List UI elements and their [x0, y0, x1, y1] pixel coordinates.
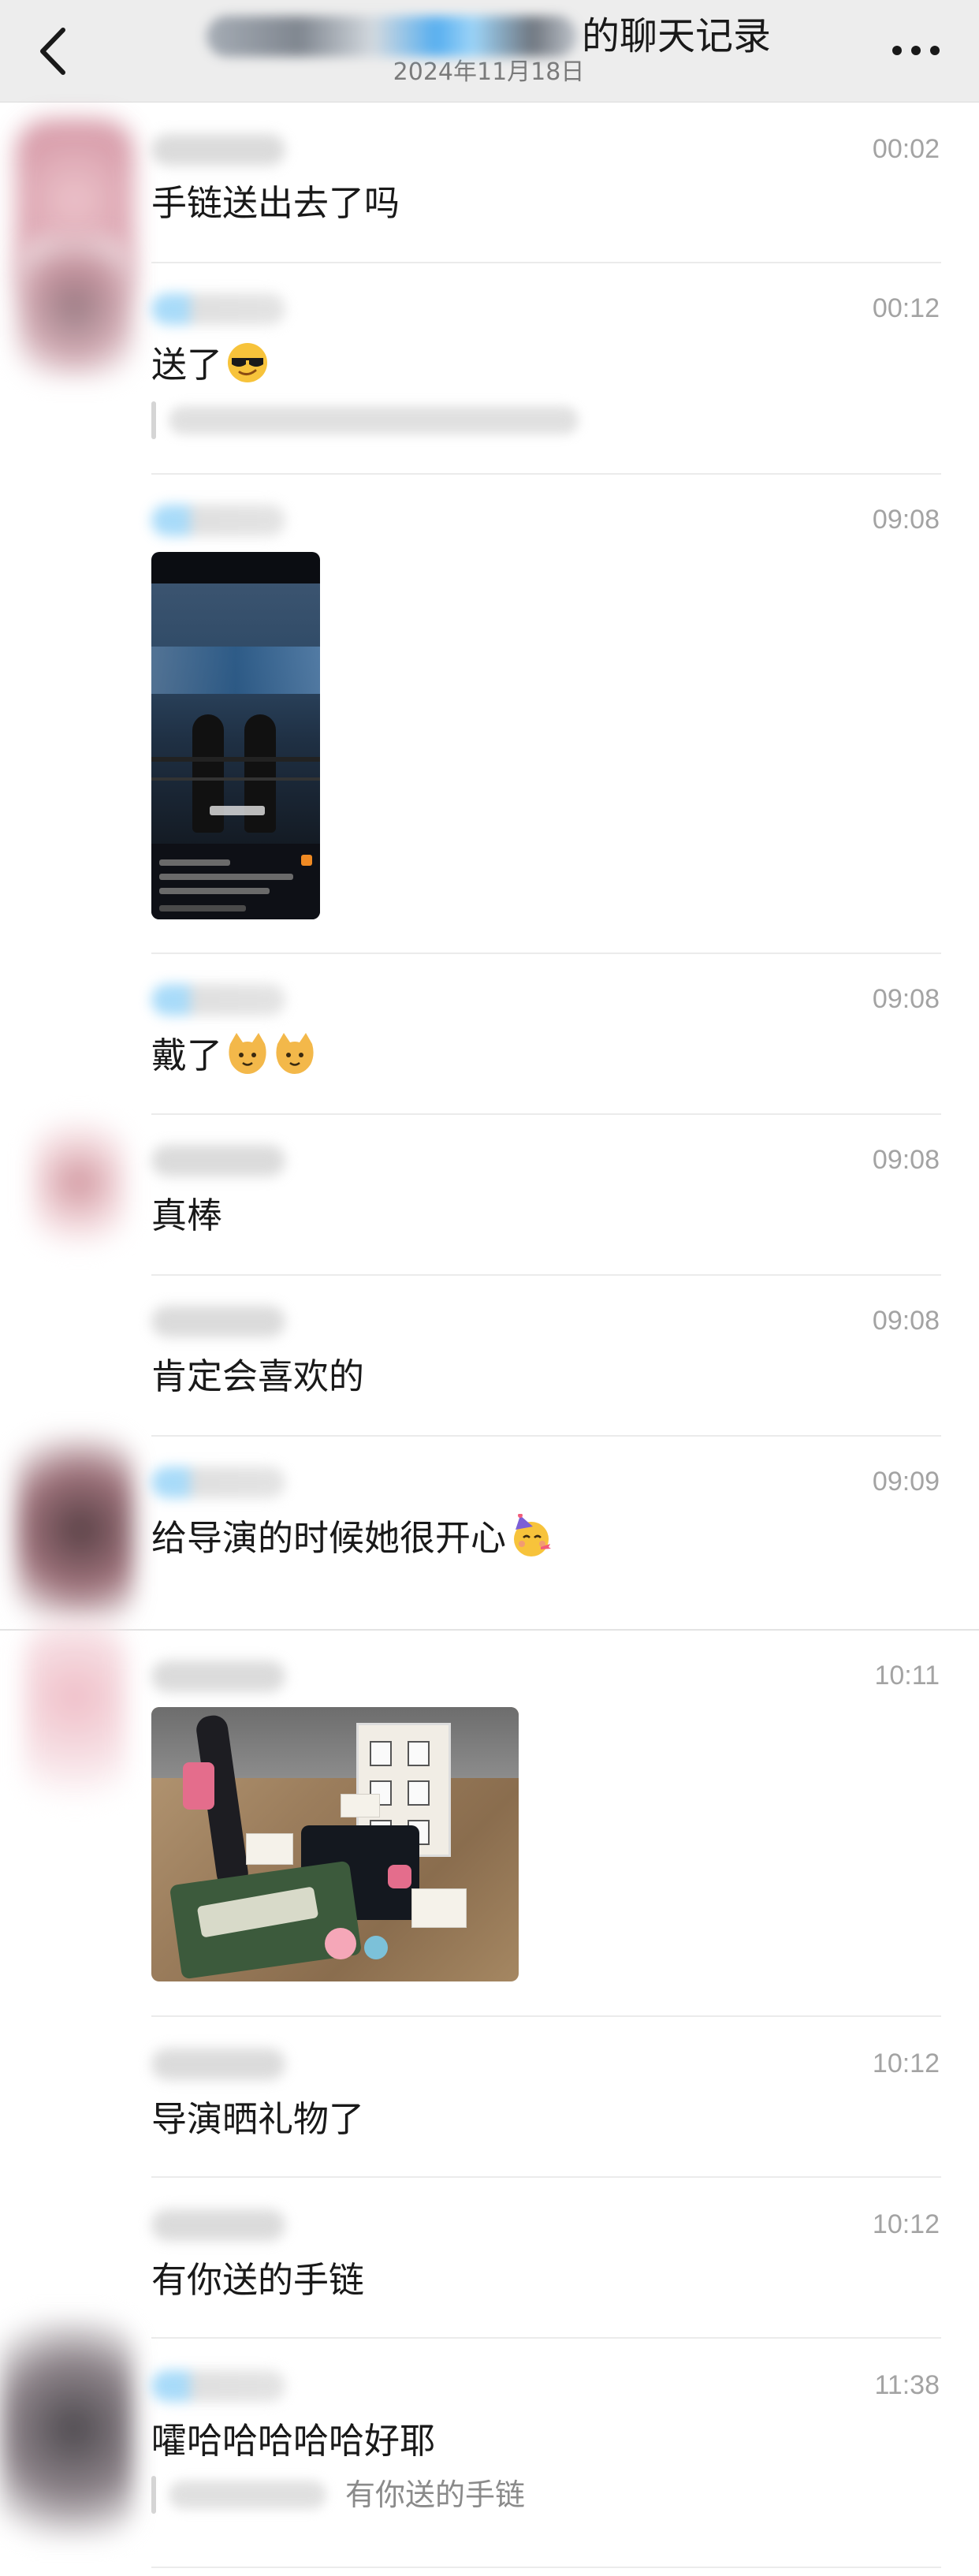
sender-name-blurred — [151, 505, 285, 536]
more-dots-icon — [892, 46, 940, 55]
phone-screenshot-thumbnail[interactable] — [151, 552, 320, 919]
info-line — [159, 888, 270, 894]
quoted-message[interactable]: 有你送的手链 — [151, 2473, 561, 2517]
cat-emoji — [276, 1033, 314, 1074]
avatar[interactable] — [0, 2318, 134, 2539]
sender-name-blurred — [151, 2209, 285, 2241]
divider — [151, 2176, 941, 2178]
app-badge-icon — [301, 855, 312, 866]
quoted-text: 有你送的手链 — [345, 2477, 526, 2512]
message-time: 09:08 — [872, 984, 940, 1014]
card-shape — [341, 1794, 380, 1817]
quoted-message[interactable] — [151, 398, 593, 442]
message-time: 09:08 — [872, 505, 940, 535]
page-title: 的聊天记录 — [581, 14, 771, 58]
divider — [151, 2567, 941, 2568]
video-frame — [151, 583, 320, 844]
back-button[interactable] — [32, 24, 79, 79]
cool-sunglasses-emoji — [228, 343, 268, 382]
divider — [151, 1435, 941, 1437]
avatar[interactable] — [24, 1624, 126, 1806]
chat-date: 2024年11月18日 — [393, 58, 585, 86]
quote-bar — [151, 401, 156, 439]
chevron-left-icon — [40, 28, 65, 75]
message-time: 09:09 — [872, 1467, 940, 1497]
sender-name-blurred — [151, 293, 285, 325]
sender-name-blurred — [151, 984, 285, 1016]
message-text: 嚯哈哈哈哈哈好耶 — [151, 2420, 436, 2462]
quoted-sender-blurred — [169, 2481, 326, 2509]
pink-item — [388, 1865, 411, 1888]
sender-name-blurred — [151, 2370, 285, 2402]
divider — [151, 473, 941, 475]
toy-shape — [364, 1936, 388, 1959]
quote-bar — [151, 2476, 156, 2514]
message-text: 真棒 — [151, 1195, 223, 1236]
message-text-content: 戴了 — [151, 1035, 223, 1076]
message-time: 00:12 — [872, 293, 940, 323]
info-line — [159, 859, 230, 866]
message-text: 戴了 — [151, 1031, 317, 1079]
sender-name-blurred — [151, 1306, 285, 1337]
card-shape — [411, 1888, 467, 1928]
divider — [151, 1274, 941, 1276]
message-time: 11:38 — [874, 2370, 940, 2400]
nav-bar: 的聊天记录 2024年11月18日 — [0, 0, 979, 103]
message-text-content: 给导演的时候她很开心 — [151, 1517, 507, 1559]
message-time: 10:11 — [874, 1661, 940, 1691]
divider — [151, 262, 941, 263]
message-text: 手链送出去了吗 — [151, 182, 400, 224]
chat-history-title: 的聊天记录 2024年11月18日 — [173, 6, 804, 93]
message-text: 送了 — [151, 341, 270, 389]
message-text: 给导演的时候她很开心 — [151, 1514, 553, 1562]
pink-item — [183, 1762, 214, 1810]
divider — [151, 2337, 941, 2339]
card-shape — [246, 1833, 293, 1865]
party-face-emoji — [514, 1514, 552, 1556]
message-text: 肯定会喜欢的 — [151, 1355, 365, 1397]
message-time: 10:12 — [872, 2048, 940, 2078]
sender-name-blurred — [151, 134, 285, 166]
blurred-contact-names — [206, 16, 577, 57]
section-separator — [0, 1629, 979, 1631]
sender-name-blurred — [151, 1661, 285, 1692]
toy-shape — [325, 1928, 356, 1959]
message-time: 00:02 — [872, 134, 940, 164]
divider — [151, 2015, 941, 2017]
more-button[interactable] — [884, 35, 947, 66]
message-text-content: 送了 — [151, 344, 223, 386]
avatar[interactable] — [16, 1435, 134, 1624]
message-text: 导演晒礼物了 — [151, 2098, 365, 2140]
info-line — [159, 874, 293, 880]
quoted-text-blurred — [169, 406, 579, 434]
message-time: 09:08 — [872, 1145, 940, 1175]
avatar[interactable] — [16, 237, 134, 378]
message-time: 10:12 — [872, 2209, 940, 2239]
stage-banner — [151, 647, 320, 694]
sender-name-blurred — [151, 1145, 285, 1176]
sender-name-blurred — [151, 1467, 285, 1498]
divider — [151, 952, 941, 954]
stage-railing — [151, 757, 320, 781]
cat-emoji — [229, 1033, 266, 1074]
gift-photo-thumbnail[interactable] — [151, 1707, 519, 1981]
message-text: 有你送的手链 — [151, 2259, 365, 2301]
video-caption-blurred — [210, 806, 265, 815]
divider — [151, 1113, 941, 1115]
info-line — [159, 905, 246, 911]
avatar[interactable] — [32, 1120, 126, 1246]
sender-name-blurred — [151, 2048, 285, 2080]
message-time: 09:08 — [872, 1306, 940, 1336]
